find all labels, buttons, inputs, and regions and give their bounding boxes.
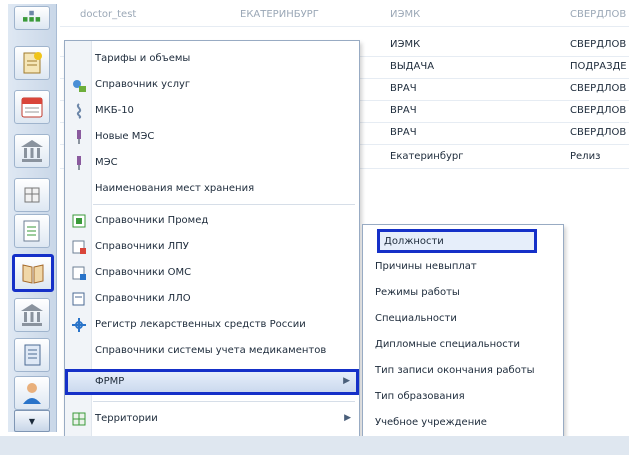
submenu-item-label: Специальности bbox=[375, 313, 457, 324]
submenu-item-label: Дипломные специальности bbox=[375, 339, 521, 350]
table-cell: СВЕРДЛОВ bbox=[570, 105, 627, 116]
submenu-item-label: Режимы работы bbox=[375, 287, 460, 298]
document-icon[interactable] bbox=[14, 214, 50, 248]
left-toolbar: ▼ bbox=[8, 4, 57, 432]
submenu-item-educational-institution[interactable]: Учебное учреждение bbox=[369, 411, 559, 435]
book-icon bbox=[71, 291, 87, 307]
menu-item-drug-register[interactable]: Регистр лекарственных средств России bbox=[65, 313, 359, 339]
submenu-item-label: Тип образования bbox=[375, 391, 465, 402]
drug-register-icon bbox=[71, 317, 87, 333]
chevron-right-icon: ▶ bbox=[343, 376, 350, 386]
menu-item-label: Справочник услуг bbox=[95, 79, 191, 90]
menu-item-icd10[interactable]: МКБ-10 bbox=[65, 99, 359, 125]
menu-item-label: Справочники ЛПУ bbox=[95, 241, 189, 252]
menu-item-label: Справочники ОМС bbox=[95, 267, 192, 278]
book-blue-icon bbox=[71, 265, 87, 281]
submenu-item-diploma-specialties[interactable]: Дипломные специальности bbox=[369, 333, 559, 357]
table-cell: ПОДРАЗДЕ bbox=[570, 61, 627, 72]
territory-icon bbox=[71, 411, 87, 427]
menu-item-label: Регистр лекарственных средств России bbox=[95, 319, 306, 330]
menu-item-mes[interactable]: МЭС bbox=[65, 151, 359, 177]
submenu-item-label: Учебное учреждение bbox=[375, 417, 487, 428]
services-icon bbox=[71, 77, 87, 93]
menu-item-label: Справочники системы учета медикаментов bbox=[95, 345, 327, 356]
menu-item-label: Справочники ЛЛО bbox=[95, 293, 191, 304]
icd-icon bbox=[71, 103, 87, 119]
menu-item-storage-places[interactable]: Наименования мест хранения bbox=[65, 177, 359, 203]
menu-item-label: Территории bbox=[95, 413, 158, 424]
table-cell: ЕКАТЕРИНБУРГ bbox=[240, 9, 319, 20]
table-cell: ВРАЧ bbox=[390, 83, 417, 94]
menu-item-territories[interactable]: Территории ▶ bbox=[65, 407, 359, 433]
submenu-item-label: Причины невыплат bbox=[375, 261, 477, 272]
menu-item-lpu-refs[interactable]: Справочники ЛПУ bbox=[65, 235, 359, 261]
table-cell: СВЕРДЛОВ bbox=[570, 83, 627, 94]
menu-item-label: ФРМР bbox=[95, 376, 125, 387]
chevron-right-icon: ▶ bbox=[344, 413, 351, 423]
mes-icon bbox=[71, 155, 87, 171]
menu-item-medication-refs[interactable]: Справочники системы учета медикаментов bbox=[65, 339, 359, 365]
calendar-icon[interactable] bbox=[14, 90, 50, 124]
table-row[interactable]: doctor_test ЕКАТЕРИНБУРГ ИЭМК СВЕРДЛОВ bbox=[60, 4, 629, 27]
notebook-icon[interactable] bbox=[14, 338, 50, 372]
menu-item-frmr[interactable]: ФРМР ▶ bbox=[65, 369, 359, 395]
submenu-item-label: Тип записи окончания работы bbox=[375, 365, 535, 376]
menu-item-oms-refs[interactable]: Справочники ОМС bbox=[65, 261, 359, 287]
menu-item-label: Наименования мест хранения bbox=[95, 183, 255, 194]
table-cell: ИЭМК bbox=[390, 39, 421, 50]
tariffs-icon[interactable] bbox=[14, 46, 50, 80]
table-cell: СВЕРДЛОВ bbox=[570, 39, 627, 50]
table-cell: Екатеринбург bbox=[390, 151, 464, 162]
book-icon bbox=[71, 213, 87, 229]
registry-icon[interactable] bbox=[14, 178, 50, 212]
menu-item-promed-refs[interactable]: Справочники Промед bbox=[65, 209, 359, 235]
submenu-item-positions[interactable]: Должности bbox=[377, 229, 537, 253]
book-red-icon bbox=[71, 239, 87, 255]
menu-item-tariffs[interactable]: Тарифы и объемы bbox=[65, 47, 359, 73]
menu-item-new-mes[interactable]: Новые МЭС bbox=[65, 125, 359, 151]
table-cell: Релиз bbox=[570, 151, 601, 162]
table-cell: ВЫДАЧА bbox=[390, 61, 435, 72]
chevron-down-icon[interactable]: ▼ bbox=[14, 410, 50, 432]
submenu-item-specialties[interactable]: Специальности bbox=[369, 307, 559, 331]
frmr-submenu: Должности Причины невыплат Режимы работы… bbox=[362, 224, 564, 440]
mes-new-icon bbox=[71, 129, 87, 145]
menu-item-label: Тарифы и объемы bbox=[95, 53, 191, 64]
user-icon[interactable] bbox=[14, 376, 50, 410]
references-book-icon[interactable] bbox=[12, 254, 54, 292]
menu-item-services[interactable]: Справочник услуг bbox=[65, 73, 359, 99]
bank-icon-2[interactable] bbox=[14, 298, 50, 332]
submenu-item-nonpayment-reasons[interactable]: Причины невыплат bbox=[369, 255, 559, 279]
table-cell: СВЕРДЛОВ bbox=[570, 127, 627, 138]
grid-icon[interactable] bbox=[14, 6, 50, 30]
menu-separator bbox=[93, 204, 355, 205]
submenu-item-end-record-type[interactable]: Тип записи окончания работы bbox=[369, 359, 559, 383]
menu-item-label: МЭС bbox=[95, 157, 118, 168]
table-cell: ВРАЧ bbox=[390, 105, 417, 116]
menu-item-label: Новые МЭС bbox=[95, 131, 155, 142]
status-bar bbox=[0, 436, 629, 455]
submenu-item-education-type[interactable]: Тип образования bbox=[369, 385, 559, 409]
menu-separator bbox=[93, 401, 355, 402]
references-menu: Тарифы и объемы Справочник услуг МКБ-10 … bbox=[64, 40, 360, 438]
table-cell: ВРАЧ bbox=[390, 127, 417, 138]
table-cell: СВЕРДЛОВ bbox=[570, 9, 627, 20]
bank-icon[interactable] bbox=[14, 134, 50, 168]
submenu-item-label: Должности bbox=[384, 236, 444, 247]
table-cell: ИЭМК bbox=[390, 9, 421, 20]
menu-item-label: Справочники Промед bbox=[95, 215, 209, 226]
submenu-item-work-modes[interactable]: Режимы работы bbox=[369, 281, 559, 305]
menu-item-llo-refs[interactable]: Справочники ЛЛО bbox=[65, 287, 359, 313]
table-cell: doctor_test bbox=[80, 9, 137, 20]
menu-item-label: МКБ-10 bbox=[95, 105, 134, 116]
